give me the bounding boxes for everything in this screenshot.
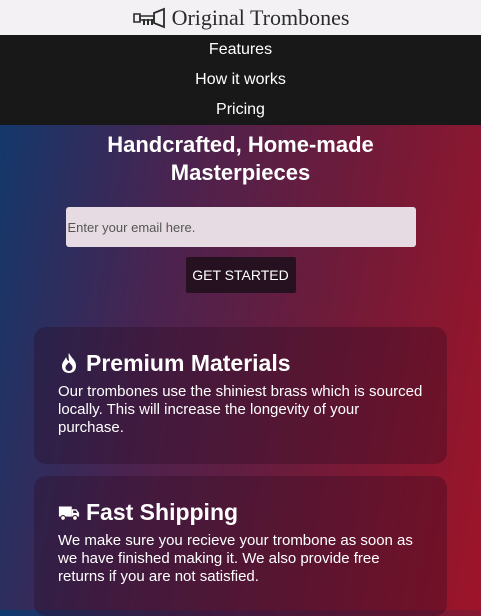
feature-card-premium-materials: Premium Materials Our trombones use the … [34,327,447,464]
nav-link-how-it-works[interactable]: How it works [195,65,286,95]
trumpet-logo-icon[interactable] [132,7,166,29]
feature-title: Fast Shipping [58,498,423,526]
feature-title-text: Fast Shipping [86,499,239,525]
site-header: Original Trombones [0,0,481,35]
feature-card-fast-shipping: Fast Shipping We make sure you recieve y… [34,476,447,616]
feature-description: We make sure you recieve your trombone a… [58,532,413,585]
nav-link-pricing[interactable]: Pricing [216,95,265,125]
brand-name: Original Trombones [171,4,350,30]
feature-title-text: Premium Materials [86,350,291,376]
email-input[interactable] [65,207,416,247]
feature-title: Premium Materials [58,349,423,377]
truck-icon [58,506,80,521]
hero-title-line-2: Masterpieces [170,160,311,185]
feature-description: Our trombones use the shiniest brass whi… [58,383,423,436]
fire-icon [62,353,76,373]
hero-section: Handcrafted, Home-made Masterpieces GET … [0,125,481,293]
get-started-button[interactable]: GET STARTED [185,257,296,293]
hero-title-line-1: Handcrafted, Home-made [107,132,374,157]
nav-link-features[interactable]: Features [209,35,272,65]
main-nav: Features How it works Pricing [0,35,481,125]
hero-title: Handcrafted, Home-made Masterpieces [0,131,481,187]
